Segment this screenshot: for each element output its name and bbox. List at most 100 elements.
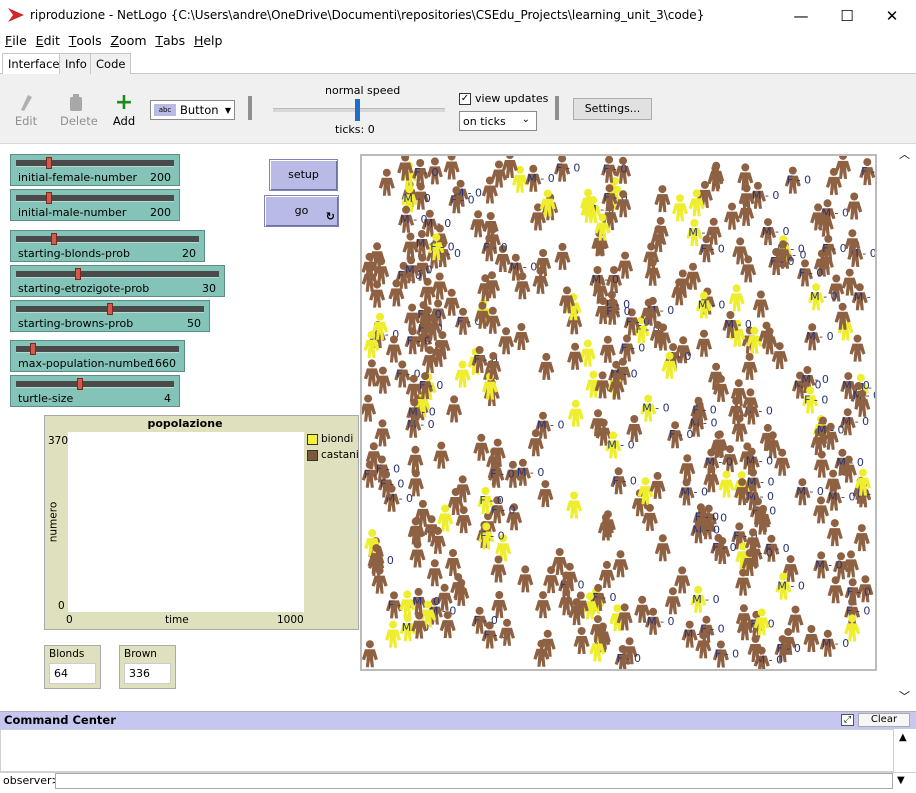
turtle-blond <box>728 284 745 312</box>
slider-starting-browns-prob[interactable]: starting-browns-prob 50 <box>10 300 210 332</box>
turtle-brown <box>654 534 671 562</box>
turtle-blond <box>579 339 596 367</box>
turtle-blond <box>454 360 471 388</box>
plus-icon: + <box>114 90 134 115</box>
turtle-label: F - 0 <box>770 255 794 268</box>
turtle-label: F - 0 <box>474 614 498 627</box>
slider-knob[interactable] <box>76 378 83 390</box>
scroll-up-icon[interactable]: ▲ <box>899 732 907 743</box>
go-button[interactable]: go ↻ <box>264 195 339 227</box>
tab-info[interactable]: Info <box>59 53 93 74</box>
tab-interface[interactable]: Interface <box>2 53 66 75</box>
slider-knob[interactable] <box>75 268 82 280</box>
legend-item-biondi: biondi <box>307 433 353 445</box>
settings-button[interactable]: Settings... <box>573 98 652 120</box>
window-titlebar: riproduzione - NetLogo {C:\Users\andre\O… <box>0 0 916 31</box>
monitor-value: 336 <box>124 663 171 684</box>
slider-starting-etrozigote-prob[interactable]: starting-etrozigote-prob 30 <box>10 265 225 297</box>
widget-type-select[interactable]: abc Button ▼ <box>150 100 235 120</box>
update-mode-select[interactable]: on ticks ⌄ <box>459 111 537 131</box>
world-view[interactable]: M - 0 F - 0 F - 0 F - 0 F - 0 M - 0 F - 0 M - 0… <box>360 154 877 671</box>
interface-panel: initial-female-number 200 initial-male-n… <box>0 144 916 706</box>
legend-swatch <box>307 433 318 445</box>
turtle-brown <box>445 549 461 576</box>
plot-ylabel: numero <box>47 501 60 543</box>
speed-slider-knob[interactable] <box>355 99 360 121</box>
turtle-label: M - 0 <box>822 206 849 219</box>
turtle-brown <box>774 448 791 476</box>
slider-turtle-size[interactable]: turtle-size 4 <box>10 375 180 407</box>
turtle-label: F - 0 <box>701 242 725 255</box>
turtle-brown <box>612 550 629 578</box>
turtle-brown <box>826 519 843 547</box>
plot-xmin: 0 <box>66 614 73 626</box>
turtle-label: F - 0 <box>693 404 717 417</box>
turtle-brown <box>598 560 615 588</box>
world-canvas: M - 0 F - 0 F - 0 F - 0 F - 0 M - 0 F - 0 M - 0… <box>362 156 875 669</box>
turtle-brown <box>443 288 460 316</box>
command-input[interactable] <box>55 773 893 789</box>
slider-max-population-number[interactable]: max-population-number 1660 <box>10 340 185 372</box>
turtle-label: M - 0 <box>806 330 833 343</box>
toolbar-separator <box>248 96 252 120</box>
scroll-up-icon[interactable]: ︿ <box>899 146 910 162</box>
slider-initial-male-number[interactable]: initial-male-number 200 <box>10 189 180 221</box>
delete-button[interactable]: Delete <box>60 92 98 128</box>
expand-icon[interactable]: ⤢ <box>841 714 854 726</box>
slider-initial-female-number[interactable]: initial-female-number 200 <box>10 154 180 186</box>
turtle-label: F - 0 <box>617 652 641 665</box>
legend-swatch <box>307 449 318 461</box>
turtle-blond <box>512 165 528 193</box>
slider-knob[interactable] <box>107 303 113 315</box>
menu-bar: File Edit Tools Zoom Tabs Help <box>0 31 916 51</box>
setup-button[interactable]: setup <box>269 159 338 191</box>
slider-knob[interactable] <box>46 157 53 169</box>
turtle-label: M - 0 <box>592 273 619 286</box>
turtle-brown <box>654 185 671 213</box>
checkmark-icon[interactable]: ✓ <box>459 92 471 105</box>
edit-button[interactable]: Edit <box>14 92 38 128</box>
turtle-brown <box>752 290 769 318</box>
slider-knob[interactable] <box>51 233 58 245</box>
turtle-brown <box>707 164 724 192</box>
pencil-icon <box>21 95 32 111</box>
legend-item-castani: castani <box>307 449 359 461</box>
minimize-button[interactable]: — <box>778 0 824 31</box>
minimize-icon: — <box>793 6 809 25</box>
history-dropdown-icon[interactable]: ▼ <box>897 775 905 786</box>
menu-edit[interactable]: Edit <box>31 31 60 48</box>
plot-xmax: 1000 <box>277 614 304 626</box>
add-button[interactable]: + Add <box>112 90 136 129</box>
turtle-brown <box>470 210 487 238</box>
close-button[interactable]: ✕ <box>869 0 915 31</box>
maximize-button[interactable]: ☐ <box>824 0 870 31</box>
turtle-brown <box>599 335 616 363</box>
turtle-brown <box>741 352 758 380</box>
turtle-brown <box>419 277 436 305</box>
plot-ymax: 370 <box>48 435 69 447</box>
turtle-label: M - 0 <box>408 405 435 418</box>
turtle-label: M - 0 <box>747 476 774 489</box>
menu-zoom[interactable]: Zoom <box>105 31 146 48</box>
turtle-label: M - 0 <box>693 523 720 536</box>
menu-file[interactable]: File <box>0 31 27 48</box>
menu-tabs[interactable]: Tabs <box>150 31 185 48</box>
monitor-blonds: Blonds 64 <box>44 645 101 689</box>
turtle-blond <box>566 491 583 519</box>
scroll-down-icon[interactable]: ﹀ <box>899 688 910 704</box>
turtle-brown <box>473 433 490 461</box>
turtle-label: F - 0 <box>700 623 724 636</box>
slider-knob[interactable] <box>30 343 37 355</box>
view-updates-checkbox[interactable]: ✓ view updates <box>459 92 548 105</box>
menu-help[interactable]: Help <box>189 31 223 48</box>
turtle-label: M - 0 <box>777 580 804 593</box>
menu-tools[interactable]: Tools <box>64 31 102 48</box>
interface-vertical-scrollbar[interactable]: ︿ ﹀ <box>894 146 914 704</box>
tab-code[interactable]: Code <box>90 53 132 74</box>
slider-knob[interactable] <box>46 192 53 204</box>
slider-starting-blonds-prob[interactable]: starting-blonds-prob 20 <box>10 230 205 262</box>
clear-button[interactable]: Clear <box>858 713 910 727</box>
turtle-label: F - 0 <box>380 478 404 491</box>
agent-type-select[interactable]: observer> <box>3 774 61 787</box>
turtle-brown <box>696 329 712 357</box>
